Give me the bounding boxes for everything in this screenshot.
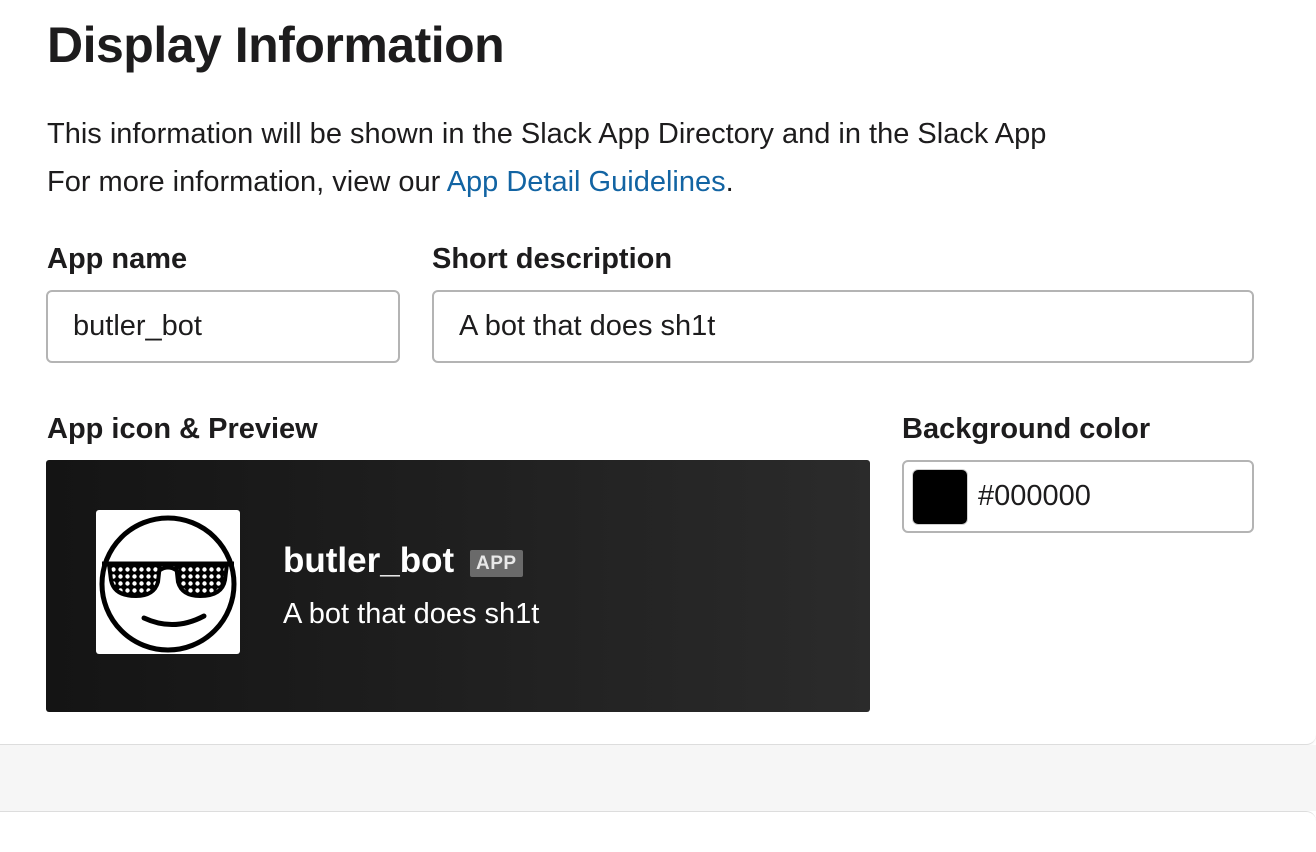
app-icon-preview-label: App icon & Preview (47, 413, 318, 445)
description-line-1: This information will be shown in the Sl… (47, 118, 1047, 150)
color-swatch[interactable] (912, 469, 968, 525)
page-title: Display Information (47, 17, 505, 73)
next-section-card (0, 811, 1316, 852)
section-divider (0, 745, 1316, 811)
display-information-card: Display Information This information wil… (0, 0, 1316, 745)
preview-bot-name: butler_bot (283, 541, 455, 580)
background-color-input[interactable]: #000000 (902, 460, 1254, 533)
app-name-label: App name (47, 243, 188, 275)
app-badge: APP (470, 550, 523, 577)
app-preview-panel: butler_bot APP A bot that does sh1t (46, 460, 870, 712)
description-suffix: . (725, 166, 734, 198)
app-icon[interactable] (96, 510, 240, 654)
preview-bot-description: A bot that does sh1t (283, 598, 540, 630)
short-description-input[interactable]: A bot that does sh1t (432, 290, 1254, 363)
background-color-label: Background color (902, 413, 1151, 445)
sunglasses-smiley-icon (99, 515, 237, 653)
color-hex-value[interactable]: #000000 (978, 462, 1091, 531)
app-name-input[interactable]: butler_bot (46, 290, 400, 363)
short-description-label: Short description (432, 243, 673, 275)
description-line-2: For more information, view our App Detai… (47, 158, 1046, 206)
app-detail-guidelines-link[interactable]: App Detail Guidelines (447, 166, 726, 198)
section-description: This information will be shown in the Sl… (47, 110, 1046, 206)
description-prefix: For more information, view our (47, 166, 447, 198)
